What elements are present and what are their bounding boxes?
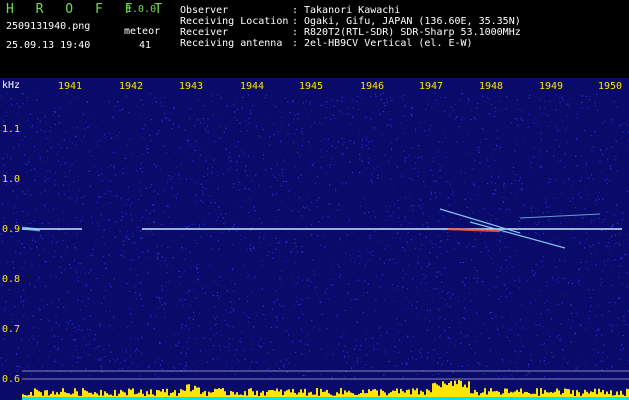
info-row-receiver: Receiver: R820T2(RTL-SDR) SDR-Sharp 53.10… [180, 27, 521, 38]
y-tick: 1.0 [2, 174, 21, 185]
unit-label: kHz [2, 80, 21, 91]
meteor-label: meteor [124, 26, 161, 37]
x-tick: 1950 [598, 81, 623, 92]
y-tick: 0.8 [2, 274, 21, 285]
app-version: 1.0.0 [126, 4, 157, 15]
info-key: Receiving Location [180, 16, 289, 27]
file-name: 2509131940.png [6, 21, 91, 32]
x-tick: 1941 [58, 81, 83, 92]
x-tick: 1943 [179, 81, 204, 92]
info-row-antenna: Receiving antenna:2el-HB9CV Vertical (el… [180, 38, 473, 49]
spectrogram-canvas [0, 78, 629, 400]
info-value: 2el-HB9CV Vertical (el. E-W) [304, 38, 473, 49]
x-tick: 1949 [539, 81, 564, 92]
x-tick: 1948 [479, 81, 504, 92]
y-tick: 0.6 [2, 374, 21, 385]
meteor-count: 41 [139, 40, 152, 51]
info-row-observer: Observer: Takanori Kawachi [180, 5, 401, 16]
x-tick: 1947 [419, 81, 444, 92]
info-key: Receiving antenna [180, 38, 283, 49]
x-tick: 1946 [360, 81, 385, 92]
info-key: Observer [180, 5, 229, 16]
x-tick: 1944 [240, 81, 265, 92]
spectrogram-area [0, 78, 629, 400]
info-value: R820T2(RTL-SDR) SDR-Sharp 53.1000MHz [304, 27, 521, 38]
header-panel: H R O F F T 1.0.0 2509131940.png 25.09.1… [0, 0, 629, 78]
info-row-location: Receiving Location: Ogaki, Gifu, JAPAN (1… [180, 16, 521, 27]
info-value: Takanori Kawachi [304, 5, 401, 16]
y-tick: 0.9 [2, 224, 21, 235]
x-tick: 1945 [299, 81, 324, 92]
info-key: Receiver [180, 27, 229, 38]
info-value: Ogaki, Gifu, JAPAN (136.60E, 35.35N) [304, 16, 521, 27]
carrier-start-glow [21, 226, 41, 232]
station-info: Observer: Takanori Kawachi Receiving Loca… [180, 5, 521, 49]
y-tick: 0.7 [2, 324, 21, 335]
y-tick: 1.1 [2, 124, 21, 135]
spectrogram-background [0, 78, 629, 400]
date-time: 25.09.13 19:40 [6, 40, 91, 51]
x-tick: 1942 [119, 81, 144, 92]
